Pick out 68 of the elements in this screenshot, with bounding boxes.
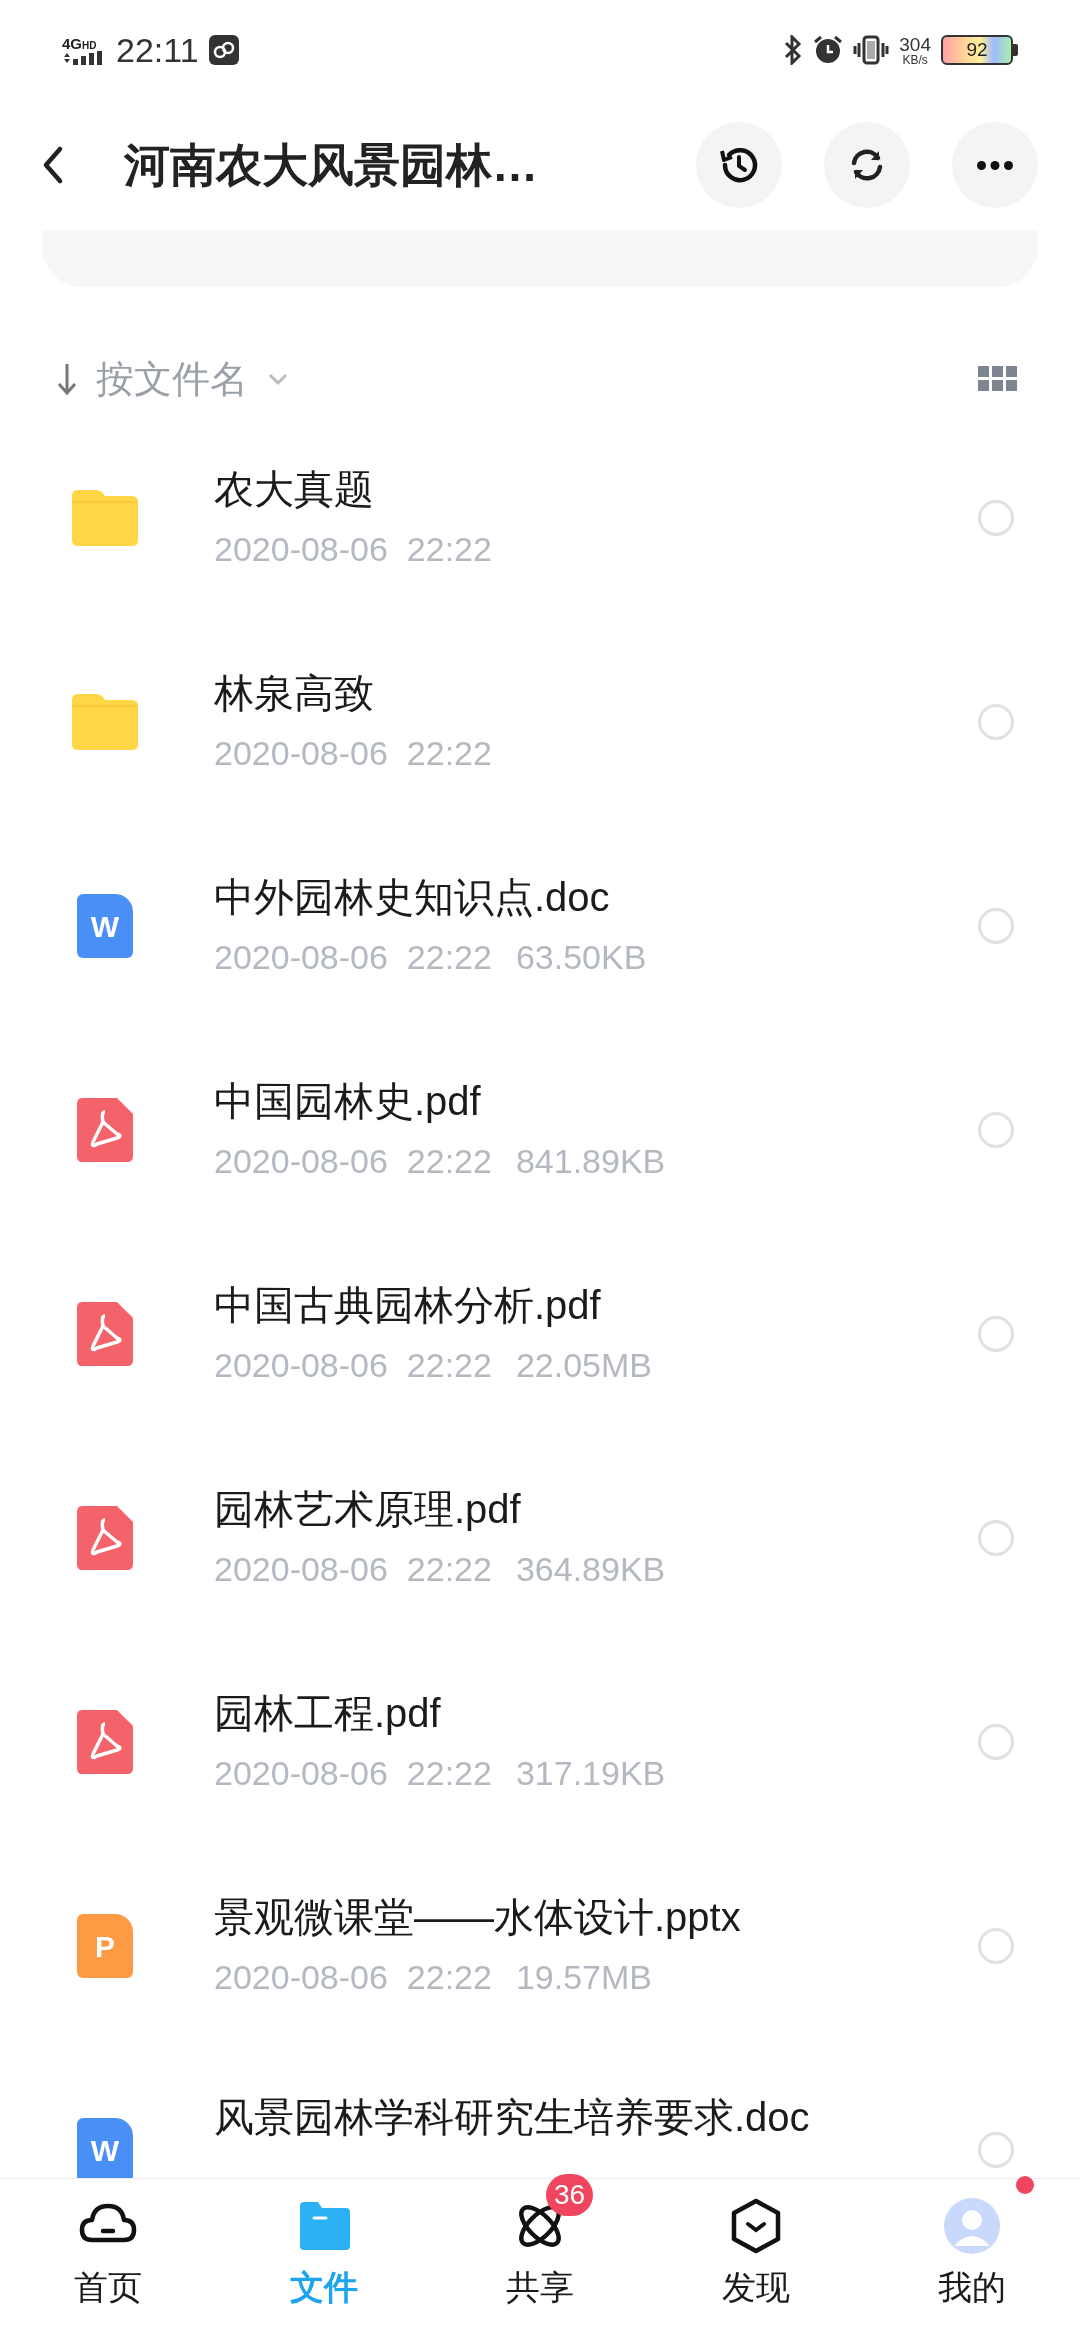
pdf-file-icon <box>77 1506 133 1570</box>
select-radio[interactable] <box>978 2132 1014 2168</box>
select-radio[interactable] <box>978 1316 1014 1352</box>
pdf-file-icon <box>77 1710 133 1774</box>
pdf-file-icon <box>77 1098 133 1162</box>
file-date: 2020-08-06 22:22 <box>214 1753 492 1794</box>
file-size: 841.89KB <box>515 1141 666 1182</box>
page-title: 河南农大风景园林… <box>124 137 539 193</box>
file-size: 63.50KB <box>515 937 647 978</box>
file-name: 中外园林史知识点.doc <box>214 874 611 921</box>
file-row[interactable]: P 景观微课堂——水体设计.pptx 2020-08-06 22:22 19.57MB <box>0 1844 1080 2048</box>
file-date: 2020-08-06 22:22 <box>214 529 492 570</box>
alarm-icon <box>813 35 844 65</box>
file-date: 2020-08-06 22:22 <box>214 1141 492 1182</box>
select-radio[interactable] <box>978 704 1014 740</box>
bluetooth-icon <box>783 35 804 65</box>
avatar-icon <box>942 2196 1002 2256</box>
file-row[interactable]: W 中外园林史知识点.doc 2020-08-06 22:22 63.50KB <box>0 824 1080 1028</box>
file-date: 2020-08-06 22:22 <box>214 937 492 978</box>
nav-tab[interactable]: 首页 <box>0 2179 216 2330</box>
file-row[interactable]: 林泉高致 2020-08-06 22:22 <box>0 620 1080 824</box>
file-name: 园林工程.pdf <box>214 1690 442 1737</box>
more-icon <box>977 160 1013 170</box>
file-size: 19.57MB <box>515 1957 652 1998</box>
word-file-icon: W <box>77 894 133 958</box>
file-name: 园林艺术原理.pdf <box>214 1486 522 1533</box>
grid-view-icon[interactable] <box>978 366 1018 392</box>
network-label: 4G <box>62 35 82 51</box>
nav-tab[interactable]: 我的 <box>864 2179 1080 2330</box>
file-name: 风景园林学科研究生培养要求.doc <box>214 2094 811 2141</box>
select-radio[interactable] <box>978 1520 1014 1556</box>
file-date: 2020-08-06 22:22 <box>214 733 492 774</box>
network-speed: 304 <box>899 34 931 54</box>
select-radio[interactable] <box>978 1724 1014 1760</box>
file-row[interactable]: 中国古典园林分析.pdf 2020-08-06 22:22 22.05MB <box>0 1232 1080 1436</box>
speed-unit: KB/s <box>902 53 928 66</box>
pdf-file-icon <box>77 1302 133 1366</box>
chevron-down-icon <box>266 371 290 387</box>
file-name: 中国古典园林分析.pdf <box>214 1282 602 1329</box>
file-size: 364.89KB <box>515 1549 666 1590</box>
select-radio[interactable] <box>978 908 1014 944</box>
slides-file-icon: P <box>77 1914 133 1978</box>
file-name: 林泉高致 <box>214 670 375 717</box>
file-date: 2020-08-06 22:22 <box>214 1957 492 1998</box>
clock-time: 22:11 <box>116 29 199 71</box>
folder-icon <box>72 490 138 546</box>
file-date: 2020-08-06 22:22 <box>214 1549 492 1590</box>
file-name: 中国园林史.pdf <box>214 1078 482 1125</box>
file-date: 2020-08-06 22:22 <box>214 1345 492 1386</box>
select-radio[interactable] <box>978 1112 1014 1148</box>
nav-tab[interactable]: 发现 <box>648 2179 864 2330</box>
file-row[interactable]: 园林艺术原理.pdf 2020-08-06 22:22 364.89KB <box>0 1436 1080 1640</box>
file-row[interactable]: 园林工程.pdf 2020-08-06 22:22 317.19KB <box>0 1640 1080 1844</box>
file-row[interactable]: 中国园林史.pdf 2020-08-06 22:22 841.89KB <box>0 1028 1080 1232</box>
file-size: 317.19KB <box>515 1753 666 1794</box>
cloud-app-icon <box>208 35 239 65</box>
select-radio[interactable] <box>978 500 1014 536</box>
count-badge: 36 <box>546 2174 594 2216</box>
file-size: 22.05MB <box>515 1345 652 1386</box>
folder-icon <box>72 694 138 750</box>
file-row[interactable]: 农大真题 2020-08-06 22:22 <box>0 416 1080 620</box>
word-file-icon: W <box>77 2118 133 2178</box>
vibrate-icon <box>853 35 890 65</box>
file-name: 农大真题 <box>214 466 375 513</box>
file-name: 景观微课堂——水体设计.pptx <box>214 1894 742 1941</box>
select-radio[interactable] <box>978 1928 1014 1964</box>
arrow-down-icon <box>56 362 78 396</box>
network-hd-label: HD <box>82 40 97 51</box>
